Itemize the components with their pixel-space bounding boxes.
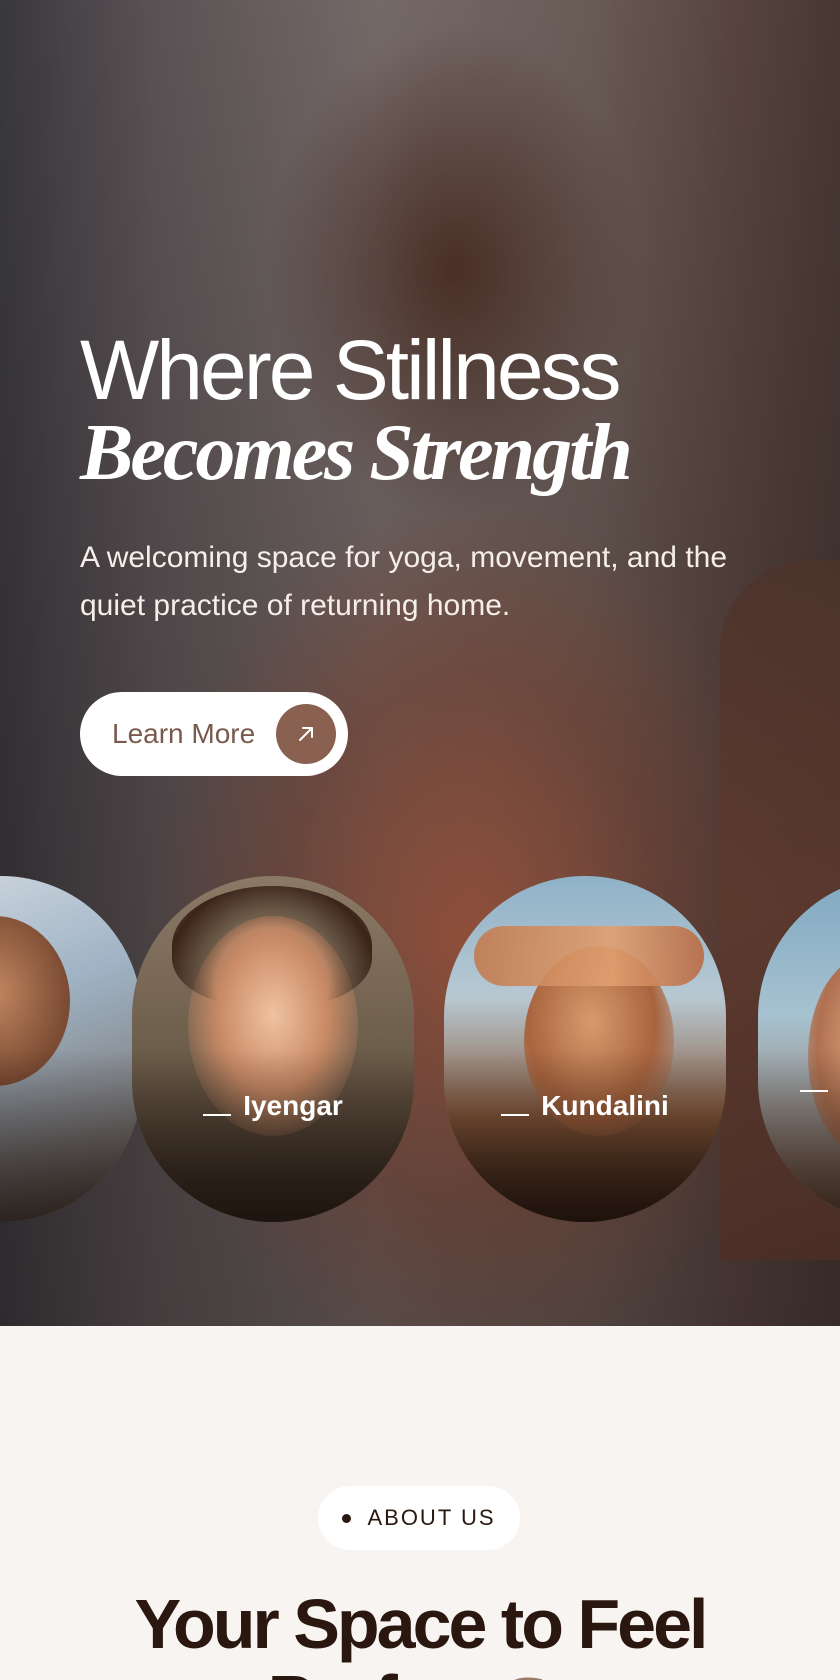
card-label-text: Kundalini — [541, 1090, 669, 1121]
card-shade — [0, 876, 142, 1222]
hero-text-block: Where Stillness Becomes Strength A welco… — [80, 328, 780, 630]
learn-more-label: Learn More — [112, 718, 256, 749]
card-label: m — [0, 1090, 142, 1122]
card-label: Kundalini — [444, 1090, 726, 1122]
card-label: Iyengar — [132, 1090, 414, 1122]
carousel-card-kundalini[interactable]: Kundalini — [444, 876, 726, 1222]
hero-title-line2: Becomes Strength — [80, 409, 633, 497]
learn-more-button[interactable]: Learn More — [80, 692, 348, 776]
card-label — [758, 1090, 840, 1098]
yoga-style-carousel[interactable]: m Iyengar Kundalini — [0, 876, 840, 1222]
hero-section: Where Stillness Becomes Strength A welco… — [0, 0, 840, 1326]
hero-title-line1: Where Stillness — [80, 323, 622, 417]
card-shade — [758, 876, 840, 1222]
about-title-line1: Your Space to Feel — [134, 1585, 709, 1663]
carousel-card[interactable]: m — [0, 876, 142, 1222]
bullet-dot-icon — [342, 1513, 352, 1523]
hero-subtitle: A welcoming space for yoga, movement, an… — [80, 541, 728, 622]
carousel-card-iyengar[interactable]: Iyengar — [132, 876, 414, 1222]
dash-icon — [203, 1114, 232, 1116]
about-title-italic: ct Ca — [433, 1663, 575, 1680]
about-section: ABOUT US Your Space to Feel Perfect Ca — [0, 1326, 840, 1680]
about-us-label: ABOUT US — [367, 1505, 496, 1530]
card-label-text: Iyengar — [243, 1090, 343, 1121]
dash-icon — [800, 1090, 828, 1092]
about-title-line2: Perfect Ca — [0, 1658, 840, 1680]
card-shade — [132, 876, 414, 1222]
carousel-card[interactable] — [758, 876, 840, 1222]
card-shade — [444, 876, 726, 1222]
dash-icon — [501, 1114, 530, 1116]
arrow-up-right-icon — [276, 704, 336, 764]
about-title-bold: Perfe — [268, 1661, 435, 1680]
about-us-badge: ABOUT US — [318, 1486, 520, 1550]
